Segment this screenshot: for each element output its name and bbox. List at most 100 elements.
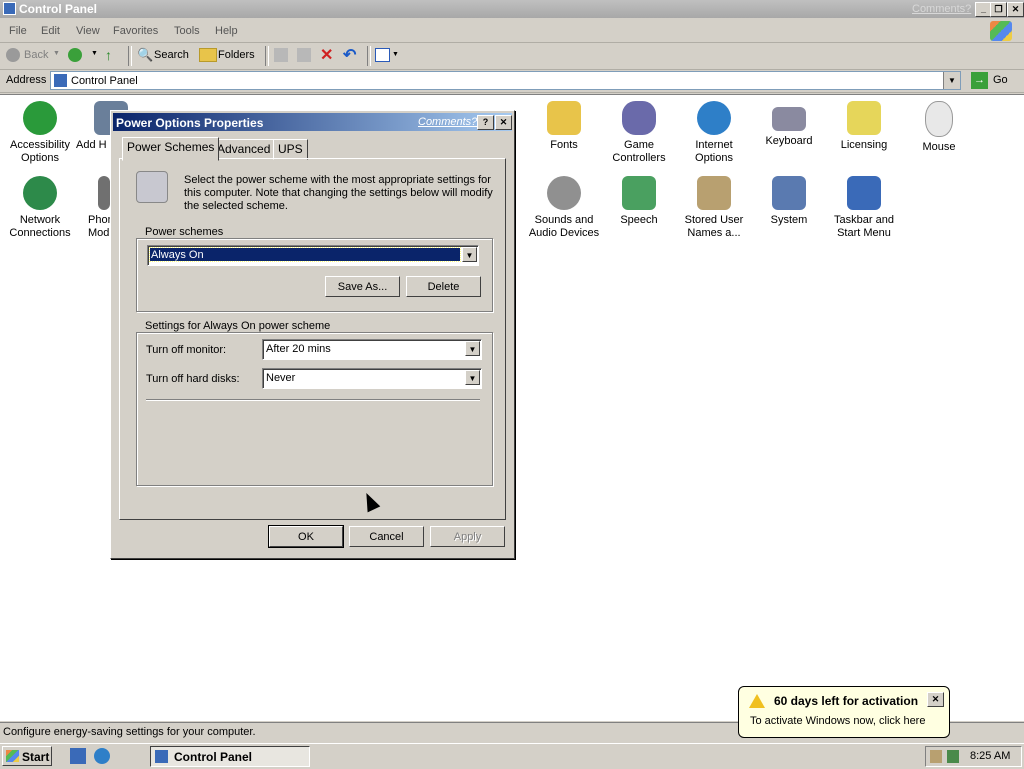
game-controller-icon	[622, 101, 656, 135]
item-internet-options[interactable]: Internet Options	[678, 101, 750, 165]
menu-file[interactable]: File	[9, 25, 27, 37]
menu-edit[interactable]: Edit	[41, 25, 60, 37]
power-options-dialog: Power Options Properties Comments? ? ✕ P…	[110, 110, 515, 559]
warning-icon	[749, 694, 765, 708]
apply-button[interactable]: Apply	[430, 526, 505, 547]
activation-keys-icon[interactable]	[930, 750, 942, 763]
balloon-close-button[interactable]: ✕	[927, 692, 944, 707]
restore-button[interactable]: ❐	[990, 2, 1007, 17]
item-add-hardware[interactable]: Add H	[76, 101, 128, 152]
item-stored-user-names[interactable]: Stored User Names a...	[678, 176, 750, 240]
item-accessibility-options[interactable]: Accessibility Options	[4, 101, 76, 165]
item-keyboard[interactable]: Keyboard	[753, 101, 825, 148]
dialog-title-bar: Power Options Properties Comments? ? ✕	[113, 113, 512, 131]
copy-to-icon[interactable]	[297, 48, 311, 62]
monitor-timeout-select[interactable]: After 20 mins ▼	[262, 339, 482, 360]
views-icon[interactable]	[375, 48, 390, 62]
quick-launch-ie-icon[interactable]	[94, 748, 110, 764]
folders-button[interactable]: Folders	[218, 49, 255, 61]
search-icon[interactable]: 🔍	[137, 47, 153, 63]
item-fonts[interactable]: Fonts	[528, 101, 600, 152]
status-text: Configure energy-saving settings for you…	[3, 726, 256, 738]
menu-help[interactable]: Help	[215, 25, 238, 37]
windows-logo-icon	[990, 21, 1012, 41]
tab-power-schemes[interactable]: Power Schemes	[122, 137, 220, 161]
back-dropdown-icon[interactable]: ▼	[53, 50, 60, 57]
window-title-bar: Control Panel Comments? _ ❐ ✕	[0, 0, 1024, 18]
item-network-connections[interactable]: Network Connections	[4, 176, 76, 240]
item-mouse[interactable]: Mouse	[903, 101, 975, 154]
save-as-button[interactable]: Save As...	[325, 276, 400, 297]
item-game-controllers[interactable]: Game Controllers	[603, 101, 675, 165]
speaker-icon	[547, 176, 581, 210]
chevron-down-icon[interactable]: ▼	[462, 247, 477, 262]
network-globe-icon	[23, 176, 57, 210]
tab-advanced[interactable]: Advanced	[212, 139, 276, 160]
balloon-text[interactable]: To activate Windows now, click here	[750, 715, 925, 727]
item-phone-modem[interactable]: Phon Mod	[88, 176, 114, 240]
system-computer-icon	[772, 176, 806, 210]
control-panel-icon	[3, 2, 16, 15]
ok-button[interactable]: OK	[268, 525, 344, 548]
windows-logo-icon	[6, 750, 19, 762]
menu-tools[interactable]: Tools	[174, 25, 200, 37]
views-dropdown-icon[interactable]: ▼	[392, 51, 399, 58]
search-button[interactable]: Search	[154, 49, 189, 61]
item-sounds-audio[interactable]: Sounds and Audio Devices	[528, 176, 600, 240]
address-dropdown-icon[interactable]: ▼	[943, 72, 960, 89]
monitor-timeout-value: After 20 mins	[266, 343, 331, 355]
delete-x-icon[interactable]: ✕	[320, 45, 333, 65]
monitor-label: Turn off monitor:	[146, 344, 227, 356]
close-button[interactable]: ✕	[1007, 2, 1024, 17]
dialog-comments-link[interactable]: Comments?	[418, 116, 477, 128]
move-to-icon[interactable]	[274, 48, 288, 62]
item-speech[interactable]: Speech	[603, 176, 675, 227]
quick-launch-desktop-icon[interactable]	[70, 748, 86, 764]
menu-bar: File Edit View Favorites Tools Help	[0, 20, 1024, 43]
balloon-title: 60 days left for activation	[774, 694, 919, 708]
divider	[146, 399, 480, 401]
back-button[interactable]: Back	[24, 49, 48, 61]
tab-ups[interactable]: UPS	[273, 139, 308, 160]
fonts-folder-icon	[547, 101, 581, 135]
undo-icon[interactable]: ↶	[343, 45, 356, 65]
item-system[interactable]: System	[753, 176, 825, 227]
speech-icon	[622, 176, 656, 210]
taskbar-control-panel-button[interactable]: Control Panel	[150, 746, 310, 767]
menu-favorites[interactable]: Favorites	[113, 25, 158, 37]
power-plug-icon[interactable]	[947, 750, 959, 763]
accessibility-icon	[23, 101, 57, 135]
go-button[interactable]: Go	[993, 74, 1008, 86]
dialog-close-button[interactable]: ✕	[495, 115, 512, 130]
help-button[interactable]: ?	[477, 115, 494, 130]
chevron-down-icon[interactable]: ▼	[465, 341, 480, 356]
address-value: Control Panel	[71, 75, 138, 87]
disks-label: Turn off hard disks:	[146, 373, 240, 385]
back-arrow-icon[interactable]	[6, 48, 20, 62]
clock[interactable]: 8:25 AM	[970, 750, 1010, 762]
activation-balloon[interactable]: 60 days left for activation ✕ To activat…	[738, 686, 950, 738]
description-text: Select the power scheme with the most ap…	[184, 174, 493, 212]
cancel-button[interactable]: Cancel	[349, 526, 424, 547]
delete-button[interactable]: Delete	[406, 276, 481, 297]
disks-timeout-select[interactable]: Never ▼	[262, 368, 482, 389]
forward-dropdown-icon[interactable]: ▼	[91, 50, 98, 57]
forward-arrow-icon[interactable]	[68, 48, 82, 62]
power-scheme-select[interactable]: Always On ▼	[147, 245, 479, 266]
folders-icon[interactable]	[199, 48, 217, 62]
go-arrow-icon[interactable]: →	[971, 72, 988, 89]
disks-timeout-value: Never	[266, 372, 296, 384]
up-folder-icon[interactable]: ↑	[105, 47, 121, 63]
power-scheme-icon	[136, 171, 168, 203]
address-bar: Address Control Panel ▼ → Go	[0, 70, 1024, 93]
start-button[interactable]: Start	[2, 746, 52, 766]
taskbar-icon	[847, 176, 881, 210]
item-licensing[interactable]: Licensing	[828, 101, 900, 152]
menu-view[interactable]: View	[76, 25, 100, 37]
chevron-down-icon[interactable]: ▼	[465, 370, 480, 385]
item-taskbar-start-menu[interactable]: Taskbar and Start Menu	[828, 176, 900, 240]
power-scheme-value: Always On	[151, 249, 204, 261]
comments-link[interactable]: Comments?	[912, 3, 971, 15]
address-input[interactable]: Control Panel ▼	[50, 71, 961, 90]
tab-pane-power-schemes: Select the power scheme with the most ap…	[119, 158, 506, 520]
